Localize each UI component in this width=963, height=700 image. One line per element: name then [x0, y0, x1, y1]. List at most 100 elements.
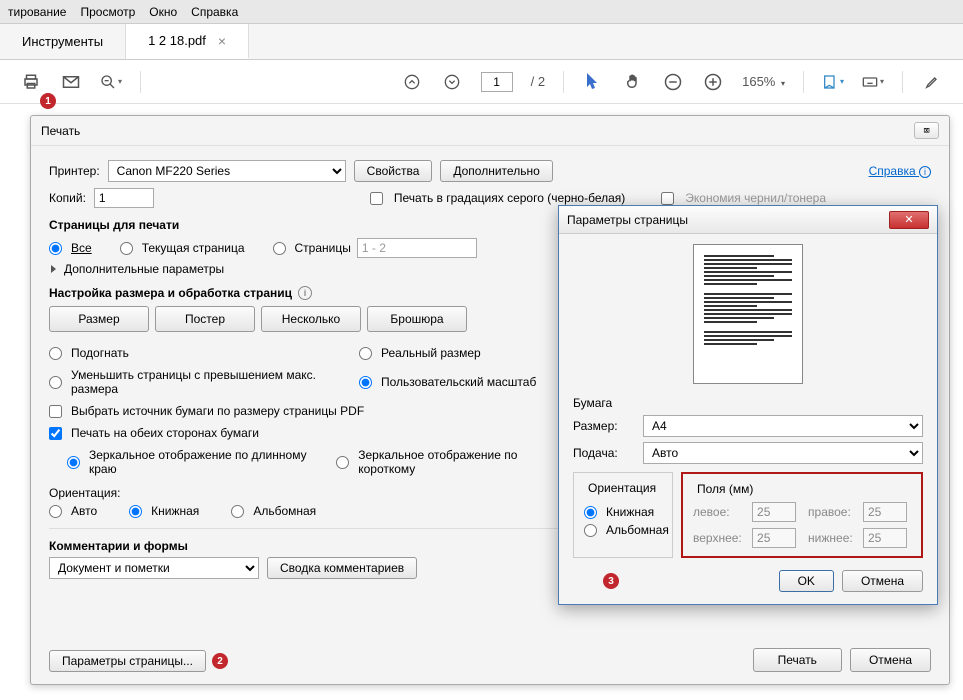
menu-help[interactable]: Справка — [191, 5, 238, 19]
margin-top-input[interactable] — [752, 528, 796, 548]
flip-short-radio[interactable] — [336, 456, 349, 469]
print-button[interactable]: Печать — [753, 648, 842, 672]
summary-button[interactable]: Сводка комментариев — [267, 557, 417, 579]
custom-radio[interactable] — [359, 376, 372, 389]
orient-portrait-radio[interactable] — [129, 505, 142, 518]
copies-input[interactable] — [94, 188, 154, 208]
custom-label: Пользовательский масштаб — [381, 375, 536, 389]
menubar: тирование Просмотр Окно Справка — [0, 0, 963, 24]
ink-checkbox[interactable] — [661, 192, 674, 205]
zoom-plus-icon[interactable] — [702, 71, 724, 93]
pages-legend: Страницы для печати — [49, 218, 559, 232]
orient-landscape-radio[interactable] — [231, 505, 244, 518]
margin-bottom-label: нижнее: — [808, 531, 855, 545]
help-link[interactable]: Справка i — [869, 164, 931, 178]
size-button[interactable]: Размер — [49, 306, 149, 332]
paper-size-select[interactable]: A4 — [643, 415, 923, 437]
printer-select[interactable]: Canon MF220 Series — [108, 160, 346, 182]
ps-cancel-button[interactable]: Отмена — [842, 570, 923, 592]
page-setup-close-button[interactable]: ✕ — [889, 211, 929, 229]
comments-label: Комментарии и формы — [49, 539, 559, 553]
copies-label: Копий: — [49, 191, 86, 205]
flip-long-radio[interactable] — [67, 456, 80, 469]
tab-tools-label: Инструменты — [22, 34, 103, 49]
menu-window[interactable]: Окно — [149, 5, 177, 19]
mail-icon[interactable] — [60, 71, 82, 93]
page-setup-title: Параметры страницы — [567, 213, 688, 227]
grayscale-label: Печать в градациях серого (черно-белая) — [394, 191, 625, 205]
page-number-input[interactable] — [481, 72, 513, 92]
annotation-badge-3: 3 — [603, 573, 619, 589]
printer-label: Принтер: — [49, 164, 100, 178]
duplex-checkbox[interactable] — [49, 427, 62, 440]
margin-bottom-input[interactable] — [863, 528, 907, 548]
ps-portrait-label: Книжная — [606, 505, 654, 519]
pages-all-label: Все — [71, 241, 92, 255]
duplex-label: Печать на обеих сторонах бумаги — [71, 426, 259, 440]
margin-left-label: левое: — [693, 505, 744, 519]
tab-document[interactable]: 1 2 18.pdf × — [126, 24, 249, 59]
highlight-icon[interactable] — [921, 71, 943, 93]
menu-edit[interactable]: тирование — [8, 5, 66, 19]
orientation-label: Ориентация: — [49, 486, 559, 500]
hand-icon[interactable] — [622, 71, 644, 93]
booklet-button[interactable]: Брошюра — [367, 306, 467, 332]
fit-label: Подогнать — [71, 346, 129, 360]
annotation-badge-2: 2 — [212, 653, 228, 669]
paper-feed-label: Подача: — [573, 446, 633, 460]
zoom-level[interactable]: 165% ▾ — [742, 74, 785, 89]
keyboard-icon[interactable]: ▾ — [862, 71, 884, 93]
orient-auto-radio[interactable] — [49, 505, 62, 518]
page-down-icon[interactable] — [441, 71, 463, 93]
page-preview — [693, 244, 803, 384]
page-setup-button[interactable]: Параметры страницы... — [49, 650, 206, 672]
multiple-button[interactable]: Несколько — [261, 306, 361, 332]
ps-ok-button[interactable]: OK — [779, 570, 834, 592]
comments-select[interactable]: Документ и пометки — [49, 557, 259, 579]
paper-source-checkbox[interactable] — [49, 405, 62, 418]
margins-label: Поля (мм) — [693, 482, 757, 496]
dialog-close-button[interactable]: ⌧ — [914, 122, 939, 139]
orient-landscape-label: Альбомная — [253, 504, 316, 518]
grayscale-checkbox[interactable] — [370, 192, 383, 205]
pages-all-radio[interactable] — [49, 242, 62, 255]
pages-range-radio[interactable] — [273, 242, 286, 255]
actual-label: Реальный размер — [381, 346, 481, 360]
orient-portrait-label: Книжная — [151, 504, 199, 518]
page-setup-dialog: Параметры страницы ✕ Бумага Размер: A4 П… — [558, 205, 938, 605]
actual-radio[interactable] — [359, 347, 372, 360]
page-total: / 2 — [531, 74, 545, 89]
paper-source-label: Выбрать источник бумаги по размеру стран… — [71, 404, 364, 418]
margin-left-input[interactable] — [752, 502, 796, 522]
properties-button[interactable]: Свойства — [354, 160, 433, 182]
pointer-icon[interactable] — [582, 71, 604, 93]
save-icon[interactable]: ▾ — [822, 71, 844, 93]
zoom-out-icon[interactable]: ▾ — [100, 71, 122, 93]
pages-range-input[interactable] — [357, 238, 477, 258]
ps-portrait-radio[interactable] — [584, 506, 597, 519]
advanced-button[interactable]: Дополнительно — [440, 160, 552, 182]
page-up-icon[interactable] — [401, 71, 423, 93]
margin-right-input[interactable] — [863, 502, 907, 522]
tab-tools[interactable]: Инструменты — [0, 24, 126, 59]
pages-current-radio[interactable] — [120, 242, 133, 255]
pages-current-label: Текущая страница — [142, 241, 245, 255]
shrink-radio[interactable] — [49, 376, 62, 389]
toolbar: ▾ / 2 165% ▾ ▾ ▾ — [0, 60, 963, 104]
fit-radio[interactable] — [49, 347, 62, 360]
orient-auto-label: Авто — [71, 504, 97, 518]
cancel-button[interactable]: Отмена — [850, 648, 931, 672]
print-dialog-title: Печать — [41, 124, 80, 138]
menu-view[interactable]: Просмотр — [80, 5, 135, 19]
paper-feed-select[interactable]: Авто — [643, 442, 923, 464]
more-options-toggle[interactable]: Дополнительные параметры — [64, 262, 224, 276]
tabbar: Инструменты 1 2 18.pdf × — [0, 24, 963, 60]
zoom-minus-icon[interactable] — [662, 71, 684, 93]
close-icon[interactable]: × — [218, 33, 226, 49]
info-icon[interactable]: i — [298, 286, 312, 300]
ps-landscape-radio[interactable] — [584, 524, 597, 537]
flip-long-label: Зеркальное отображение по длинному краю — [89, 448, 336, 476]
poster-button[interactable]: Постер — [155, 306, 255, 332]
expand-icon[interactable] — [51, 265, 56, 273]
print-icon[interactable] — [20, 71, 42, 93]
